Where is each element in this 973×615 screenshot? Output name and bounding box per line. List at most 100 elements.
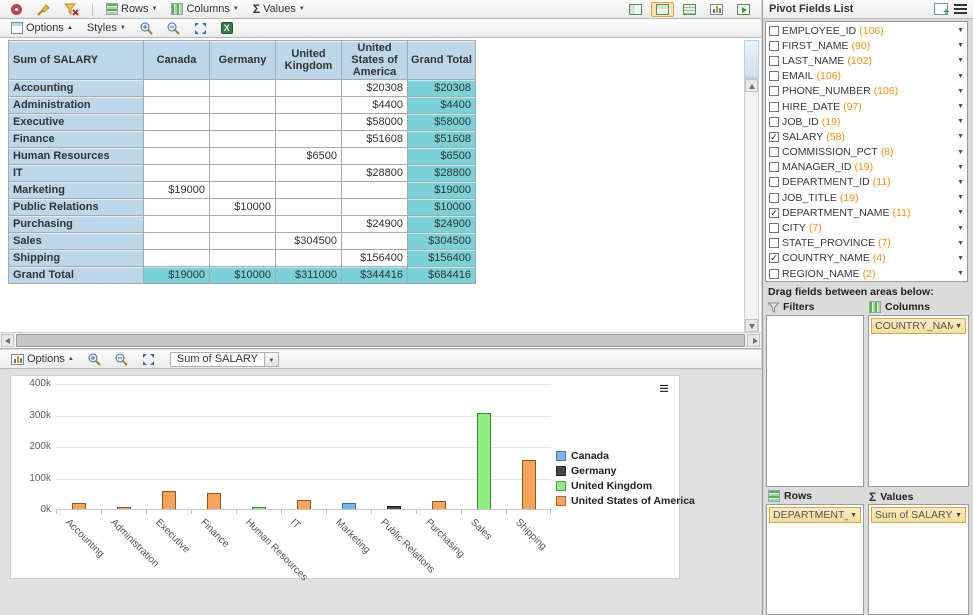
rows-menu-button[interactable]: Rows ▼ bbox=[101, 1, 162, 17]
field-tag[interactable]: COUNTRY_NAME▼ bbox=[871, 318, 966, 334]
pivot-row-header[interactable]: Public Relations bbox=[9, 199, 144, 216]
scroll-left-button[interactable] bbox=[1, 334, 14, 347]
table-options-button[interactable]: Options ▲ bbox=[6, 20, 78, 36]
field-row[interactable]: PHONE_NUMBER(106)▼ bbox=[766, 84, 967, 99]
field-checkbox[interactable]: ✓ bbox=[769, 208, 779, 218]
field-dropdown-icon[interactable]: ▼ bbox=[957, 270, 964, 277]
legend-item[interactable]: Canada bbox=[556, 448, 695, 463]
field-checkbox[interactable] bbox=[769, 193, 779, 203]
field-dropdown-icon[interactable]: ▼ bbox=[957, 240, 964, 247]
styles-button[interactable]: Styles ▼ bbox=[82, 20, 131, 36]
layout-vertical-split-button[interactable] bbox=[624, 2, 647, 17]
pivot-row-header[interactable]: Grand Total bbox=[9, 267, 144, 284]
field-dropdown-icon[interactable]: ▼ bbox=[957, 27, 964, 34]
field-dropdown-icon[interactable]: ▼ bbox=[957, 194, 964, 201]
field-dropdown-icon[interactable]: ▼ bbox=[957, 209, 964, 216]
field-tag[interactable]: Sum of SALARY▼ bbox=[871, 507, 966, 523]
filters-drop-area[interactable] bbox=[766, 315, 864, 487]
legend-item[interactable]: Germany bbox=[556, 463, 695, 478]
pivot-column-header[interactable]: Germany bbox=[210, 41, 276, 80]
field-checkbox[interactable] bbox=[769, 223, 779, 233]
field-row[interactable]: HIRE_DATE(97)▼ bbox=[766, 99, 967, 114]
pivot-row-header[interactable]: Human Resources bbox=[9, 148, 144, 165]
field-row[interactable]: LAST_NAME(102)▼ bbox=[766, 53, 967, 68]
scroll-down-button[interactable] bbox=[745, 319, 758, 332]
pivot-row-header[interactable]: Shipping bbox=[9, 250, 144, 267]
field-checkbox[interactable] bbox=[769, 177, 779, 187]
field-dropdown-icon[interactable]: ▼ bbox=[957, 73, 964, 80]
field-row[interactable]: EMAIL(106)▼ bbox=[766, 69, 967, 84]
values-drop-area[interactable]: Sum of SALARY▼ bbox=[868, 504, 969, 615]
layout-table-only-button[interactable] bbox=[678, 2, 701, 17]
table-horizontal-scrollbar[interactable] bbox=[0, 332, 761, 347]
chart-options-button[interactable]: Options ▲ bbox=[6, 351, 79, 367]
field-row[interactable]: ✓SALARY(58)▼ bbox=[766, 129, 967, 144]
values-menu-button[interactable]: Σ Values ▼ bbox=[248, 0, 310, 18]
zoom-in-button[interactable] bbox=[135, 20, 158, 37]
field-tag-dropdown-icon[interactable]: ▼ bbox=[850, 512, 857, 519]
horizontal-scroll-thumb[interactable] bbox=[16, 334, 745, 347]
chart-menu-icon[interactable]: ≡ bbox=[659, 380, 669, 397]
field-checkbox[interactable] bbox=[769, 86, 779, 96]
field-row[interactable]: JOB_TITLE(19)▼ bbox=[766, 190, 967, 205]
export-excel-button[interactable]: X bbox=[216, 20, 238, 36]
field-row[interactable]: ✓DEPARTMENT_NAME(11)▼ bbox=[766, 205, 967, 220]
field-row[interactable]: CITY(7)▼ bbox=[766, 220, 967, 235]
pivot-row-header[interactable]: Marketing bbox=[9, 182, 144, 199]
field-dropdown-icon[interactable]: ▼ bbox=[957, 179, 964, 186]
field-row[interactable]: COMMISSION_PCT(8)▼ bbox=[766, 145, 967, 160]
field-checkbox[interactable] bbox=[769, 56, 779, 66]
field-dropdown-icon[interactable]: ▼ bbox=[957, 133, 964, 140]
pivot-row-header[interactable]: Administration bbox=[9, 97, 144, 114]
add-field-icon[interactable] bbox=[934, 3, 948, 15]
field-row[interactable]: MANAGER_ID(19)▼ bbox=[766, 160, 967, 175]
field-tag-dropdown-icon[interactable]: ▼ bbox=[955, 323, 962, 330]
field-tag-dropdown-icon[interactable]: ▼ bbox=[955, 512, 962, 519]
field-checkbox[interactable] bbox=[769, 147, 779, 157]
vertical-scroll-track[interactable] bbox=[744, 78, 759, 333]
field-row[interactable]: REGION_NAME(2)▼ bbox=[766, 266, 967, 281]
field-row[interactable]: DEPARTMENT_ID(11)▼ bbox=[766, 175, 967, 190]
field-checkbox[interactable] bbox=[769, 26, 779, 36]
field-dropdown-icon[interactable]: ▼ bbox=[957, 42, 964, 49]
refresh-button[interactable] bbox=[6, 2, 27, 17]
field-checkbox[interactable] bbox=[769, 238, 779, 248]
columns-menu-button[interactable]: Columns ▼ bbox=[166, 1, 243, 17]
pivot-column-header[interactable]: United Kingdom bbox=[276, 41, 342, 80]
field-row[interactable]: JOB_ID(19)▼ bbox=[766, 114, 967, 129]
measure-dropdown-button[interactable]: ▼ bbox=[264, 353, 278, 366]
pivot-row-header[interactable]: Accounting bbox=[9, 80, 144, 97]
field-checkbox[interactable] bbox=[769, 71, 779, 81]
pivot-row-header[interactable]: Sales bbox=[9, 233, 144, 250]
field-checkbox[interactable] bbox=[769, 41, 779, 51]
pivot-row-header[interactable]: IT bbox=[9, 165, 144, 182]
field-row[interactable]: ✓COUNTRY_NAME(4)▼ bbox=[766, 251, 967, 266]
resize-button[interactable] bbox=[189, 20, 212, 37]
chart-resize-button[interactable] bbox=[137, 351, 160, 368]
layout-horizontal-split-button[interactable] bbox=[651, 2, 674, 17]
scroll-up-button[interactable] bbox=[745, 79, 758, 92]
field-row[interactable]: FIRST_NAME(90)▼ bbox=[766, 38, 967, 53]
pivot-column-header[interactable]: Canada bbox=[144, 41, 210, 80]
table-vertical-scrollbar[interactable] bbox=[744, 40, 759, 333]
chart-zoom-in-button[interactable] bbox=[83, 351, 106, 368]
field-row[interactable]: STATE_PROVINCE(7)▼ bbox=[766, 236, 967, 251]
field-dropdown-icon[interactable]: ▼ bbox=[957, 103, 964, 110]
measure-dropdown[interactable]: Sum of SALARY ▼ bbox=[170, 352, 279, 367]
columns-drop-area[interactable]: COUNTRY_NAME▼ bbox=[868, 315, 969, 487]
field-dropdown-icon[interactable]: ▼ bbox=[957, 255, 964, 262]
field-dropdown-icon[interactable]: ▼ bbox=[957, 118, 964, 125]
panel-toggle-button[interactable] bbox=[732, 2, 755, 17]
pivot-column-header[interactable]: United States of America bbox=[342, 41, 408, 80]
zoom-out-button[interactable] bbox=[162, 20, 185, 37]
pivot-column-header[interactable]: Grand Total bbox=[408, 41, 476, 80]
pivot-row-header[interactable]: Purchasing bbox=[9, 216, 144, 233]
pivot-row-header[interactable]: Finance bbox=[9, 131, 144, 148]
field-checkbox[interactable]: ✓ bbox=[769, 132, 779, 142]
field-checkbox[interactable] bbox=[769, 162, 779, 172]
panel-menu-icon[interactable] bbox=[954, 2, 967, 16]
chart-zoom-out-button[interactable] bbox=[110, 351, 133, 368]
clear-filter-button[interactable] bbox=[59, 1, 84, 18]
field-checkbox[interactable]: ✓ bbox=[769, 253, 779, 263]
field-dropdown-icon[interactable]: ▼ bbox=[957, 57, 964, 64]
